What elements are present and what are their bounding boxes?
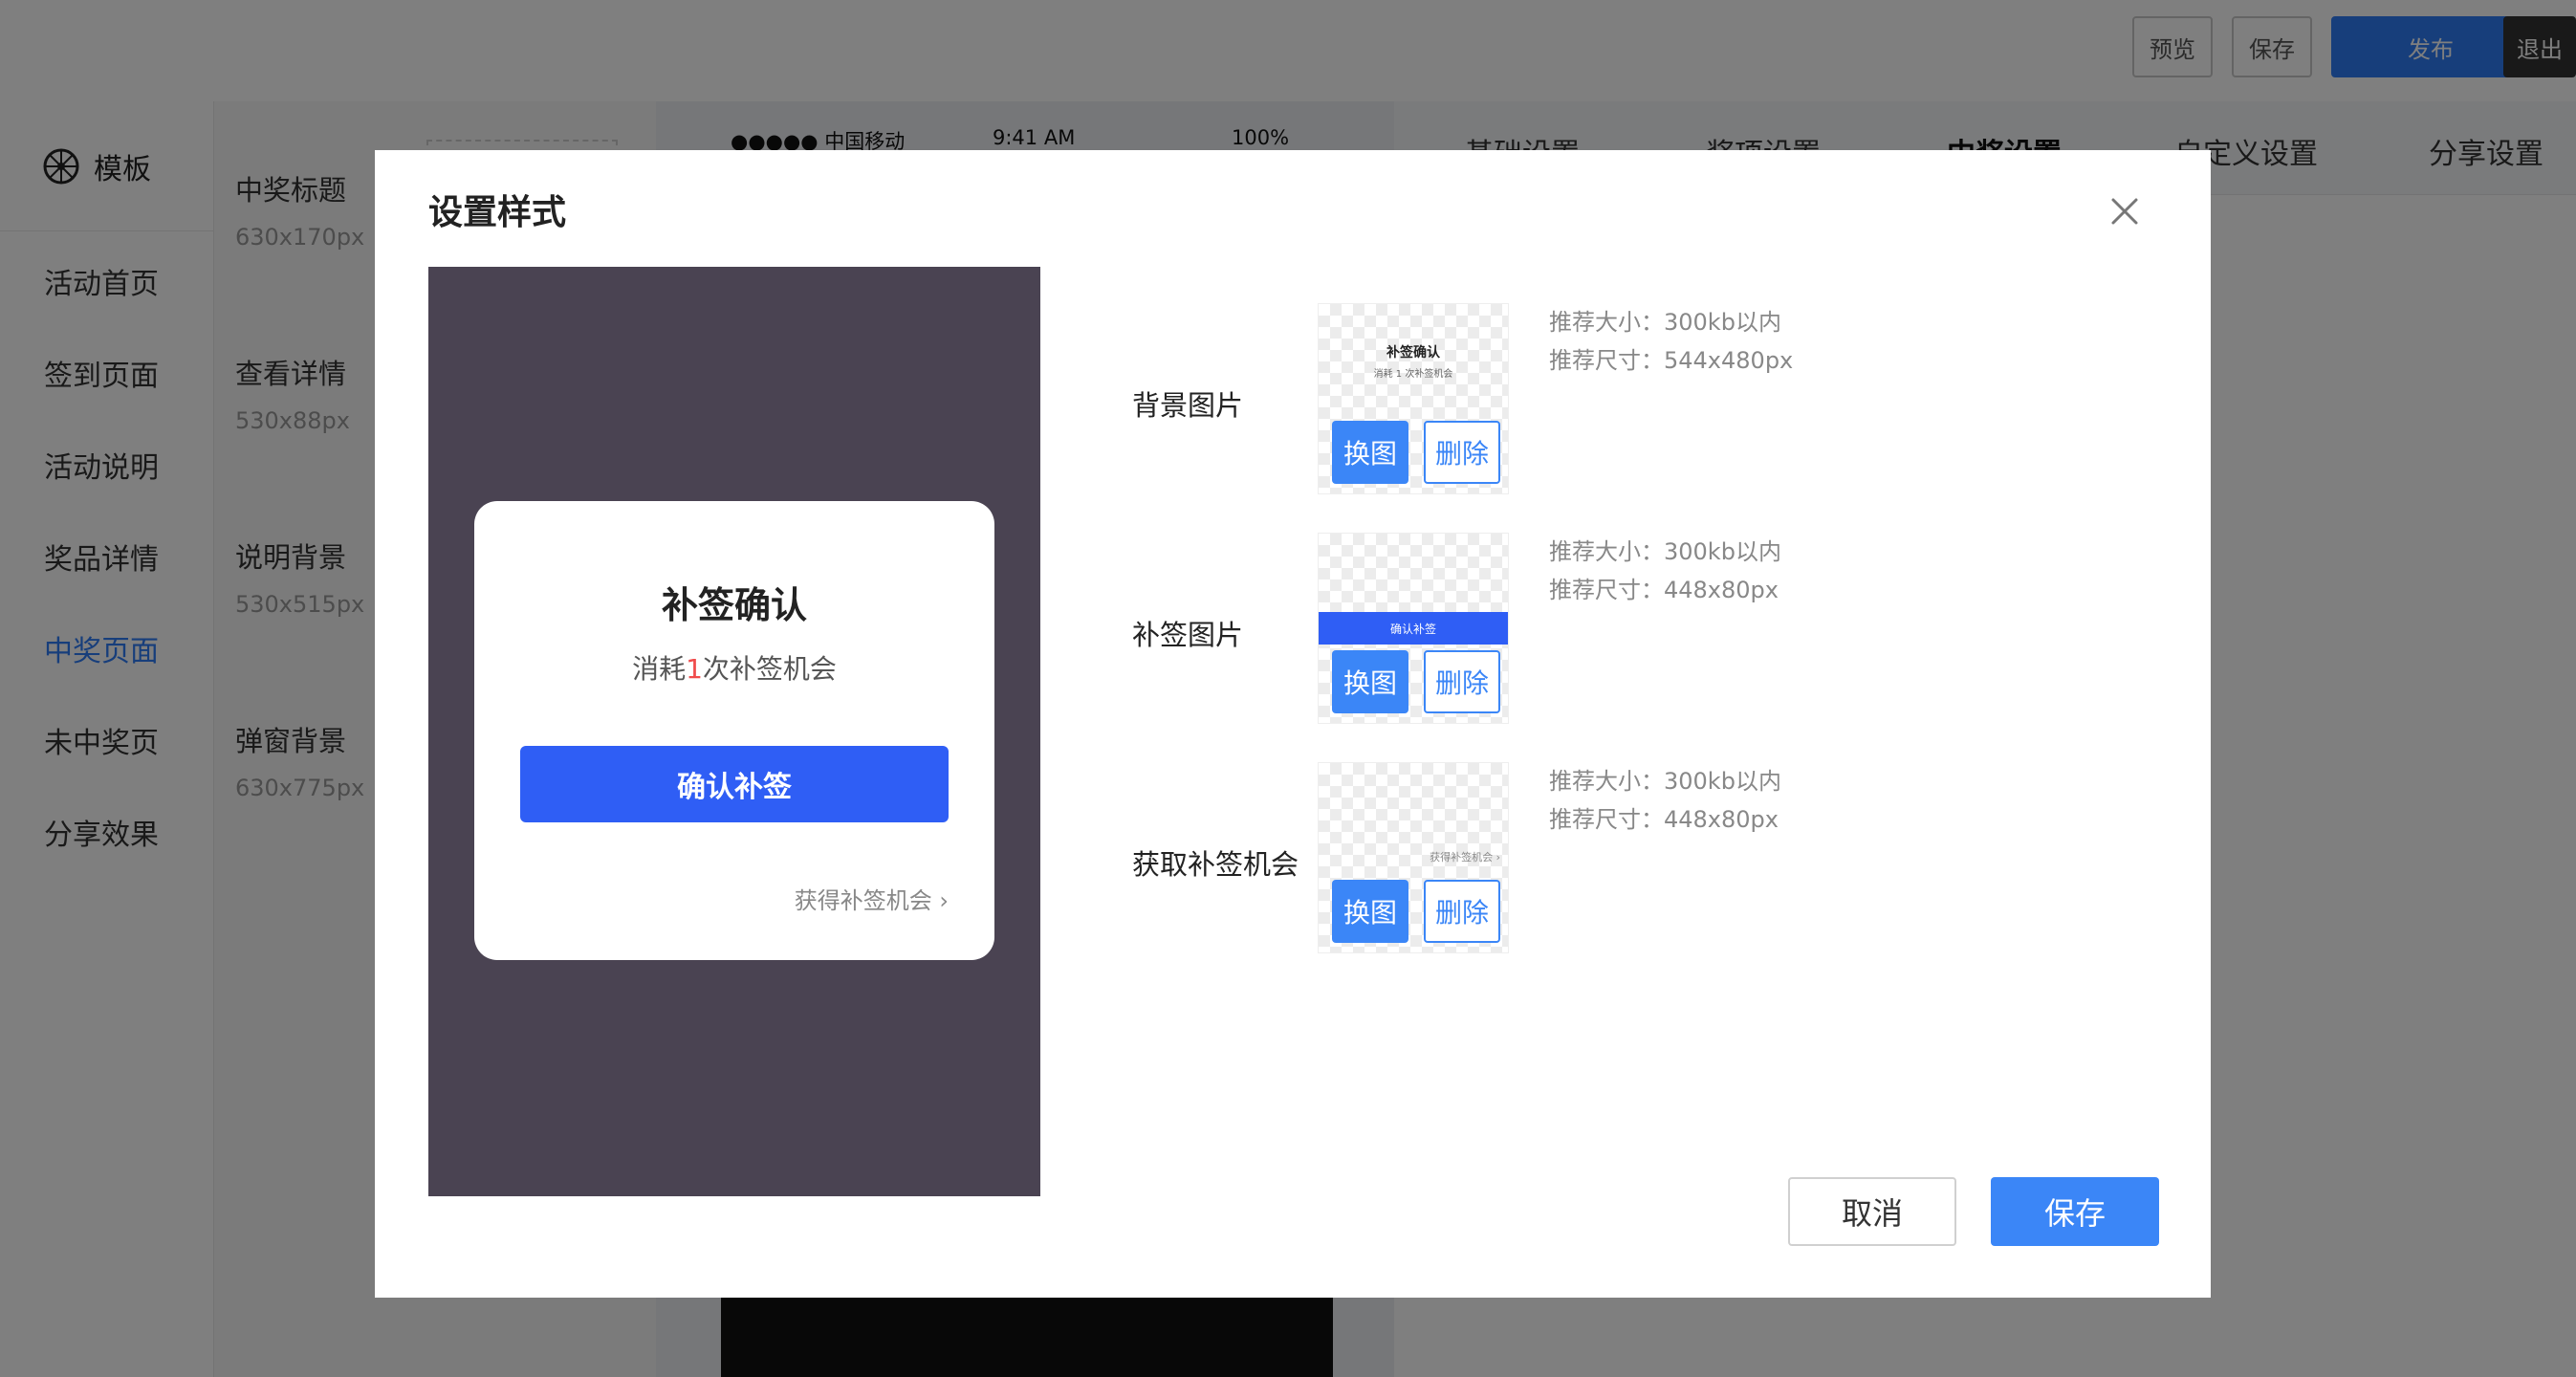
thumb-title: 补签确认 [1386,345,1440,361]
preview-sub-count: 1 [686,653,703,685]
preview-title: 补签确认 [661,584,807,626]
preview-subtitle: 消耗1次补签机会 [474,648,994,687]
delete-image-button[interactable]: 删除 [1424,421,1500,484]
thumb-button: 确认补签 [1319,612,1508,645]
thumb-background: 补签确认 消耗 1 次补签机会 换图 删除 [1318,303,1509,494]
row-label-background: 背景图片 [1132,389,1244,422]
delete-image-button[interactable]: 删除 [1424,650,1500,713]
cancel-button[interactable]: 取消 [1788,1177,1956,1246]
hint-makeup: 推荐大小：300kb以内 推荐尺寸：448x80px [1549,533,1781,609]
preview-sub-suffix: 次补签机会 [702,653,837,685]
change-image-button[interactable]: 换图 [1332,421,1408,484]
thumb-get-chance: 获得补签机会 › 换图 删除 [1318,762,1509,953]
hint-get-chance: 推荐大小：300kb以内 推荐尺寸：448x80px [1549,762,1781,839]
thumb-makeup: 确认补签 换图 删除 [1318,533,1509,724]
preview-link-label: 获得补签机会 [794,887,932,914]
hint-dimension: 推荐尺寸：448x80px [1549,577,1779,603]
close-icon[interactable] [2106,192,2144,230]
hint-size: 推荐大小：300kb以内 [1549,309,1781,336]
change-image-button[interactable]: 换图 [1332,650,1408,713]
change-image-button[interactable]: 换图 [1332,880,1408,943]
save-button[interactable]: 保存 [1991,1177,2159,1246]
chevron-right-icon: › [939,887,949,914]
thumb-subtitle: 消耗 1 次补签机会 [1373,369,1453,380]
preview-confirm-button: 确认补签 [520,746,949,822]
delete-image-button[interactable]: 删除 [1424,880,1500,943]
row-label-get-chance: 获取补签机会 [1132,848,1299,881]
hint-size: 推荐大小：300kb以内 [1549,768,1781,795]
style-settings-modal: 设置样式 补签确认 消耗1次补签机会 确认补签 获得补签机会 › 背景图片 补签… [375,150,2211,1298]
row-label-makeup: 补签图片 [1132,619,1244,651]
popup-preview: 补签确认 消耗1次补签机会 确认补签 获得补签机会 › [428,267,1040,1196]
thumb-link: 获得补签机会 › [1430,851,1500,863]
hint-size: 推荐大小：300kb以内 [1549,538,1781,565]
preview-get-chance-link: 获得补签机会 › [474,882,949,915]
modal-title: 设置样式 [428,193,567,232]
hint-background: 推荐大小：300kb以内 推荐尺寸：544x480px [1549,303,1793,380]
preview-sub-prefix: 消耗 [632,653,687,685]
preview-card: 补签确认 消耗1次补签机会 确认补签 获得补签机会 › [474,501,994,960]
hint-dimension: 推荐尺寸：448x80px [1549,806,1779,833]
hint-dimension: 推荐尺寸：544x480px [1549,347,1794,374]
